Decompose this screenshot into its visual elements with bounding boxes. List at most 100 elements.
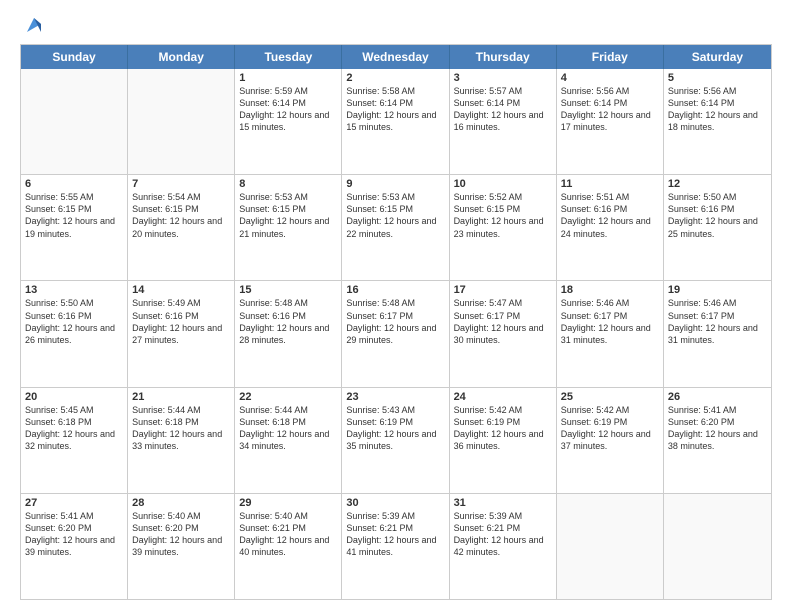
day-number: 31: [454, 497, 552, 509]
day-info: Sunrise: 5:48 AM Sunset: 6:16 PM Dayligh…: [239, 297, 337, 346]
day-info: Sunrise: 5:50 AM Sunset: 6:16 PM Dayligh…: [668, 191, 767, 240]
day-number: 19: [668, 284, 767, 296]
calendar-row-0: 1Sunrise: 5:59 AM Sunset: 6:14 PM Daylig…: [21, 69, 771, 174]
cal-cell-empty: [21, 69, 128, 174]
day-number: 27: [25, 497, 123, 509]
cal-cell-day-7: 7Sunrise: 5:54 AM Sunset: 6:15 PM Daylig…: [128, 175, 235, 280]
header-day-friday: Friday: [557, 45, 664, 69]
day-info: Sunrise: 5:46 AM Sunset: 6:17 PM Dayligh…: [668, 297, 767, 346]
cal-cell-day-9: 9Sunrise: 5:53 AM Sunset: 6:15 PM Daylig…: [342, 175, 449, 280]
cal-cell-day-18: 18Sunrise: 5:46 AM Sunset: 6:17 PM Dayli…: [557, 281, 664, 386]
header-day-monday: Monday: [128, 45, 235, 69]
page: SundayMondayTuesdayWednesdayThursdayFrid…: [0, 0, 792, 612]
day-number: 10: [454, 178, 552, 190]
day-number: 8: [239, 178, 337, 190]
day-info: Sunrise: 5:39 AM Sunset: 6:21 PM Dayligh…: [454, 510, 552, 559]
header-day-sunday: Sunday: [21, 45, 128, 69]
day-info: Sunrise: 5:51 AM Sunset: 6:16 PM Dayligh…: [561, 191, 659, 240]
cal-cell-day-25: 25Sunrise: 5:42 AM Sunset: 6:19 PM Dayli…: [557, 388, 664, 493]
day-info: Sunrise: 5:57 AM Sunset: 6:14 PM Dayligh…: [454, 85, 552, 134]
cal-cell-day-30: 30Sunrise: 5:39 AM Sunset: 6:21 PM Dayli…: [342, 494, 449, 599]
calendar-header: SundayMondayTuesdayWednesdayThursdayFrid…: [21, 45, 771, 69]
cal-cell-day-2: 2Sunrise: 5:58 AM Sunset: 6:14 PM Daylig…: [342, 69, 449, 174]
day-info: Sunrise: 5:58 AM Sunset: 6:14 PM Dayligh…: [346, 85, 444, 134]
day-number: 28: [132, 497, 230, 509]
day-number: 1: [239, 72, 337, 84]
day-number: 9: [346, 178, 444, 190]
cal-cell-empty: [557, 494, 664, 599]
day-info: Sunrise: 5:45 AM Sunset: 6:18 PM Dayligh…: [25, 404, 123, 453]
day-info: Sunrise: 5:40 AM Sunset: 6:20 PM Dayligh…: [132, 510, 230, 559]
cal-cell-day-12: 12Sunrise: 5:50 AM Sunset: 6:16 PM Dayli…: [664, 175, 771, 280]
cal-cell-empty: [664, 494, 771, 599]
cal-cell-day-29: 29Sunrise: 5:40 AM Sunset: 6:21 PM Dayli…: [235, 494, 342, 599]
day-info: Sunrise: 5:44 AM Sunset: 6:18 PM Dayligh…: [132, 404, 230, 453]
day-number: 23: [346, 391, 444, 403]
day-number: 5: [668, 72, 767, 84]
day-info: Sunrise: 5:54 AM Sunset: 6:15 PM Dayligh…: [132, 191, 230, 240]
cal-cell-day-10: 10Sunrise: 5:52 AM Sunset: 6:15 PM Dayli…: [450, 175, 557, 280]
day-number: 17: [454, 284, 552, 296]
logo-icon: [23, 14, 45, 36]
cal-cell-day-17: 17Sunrise: 5:47 AM Sunset: 6:17 PM Dayli…: [450, 281, 557, 386]
day-info: Sunrise: 5:49 AM Sunset: 6:16 PM Dayligh…: [132, 297, 230, 346]
day-number: 14: [132, 284, 230, 296]
cal-cell-day-31: 31Sunrise: 5:39 AM Sunset: 6:21 PM Dayli…: [450, 494, 557, 599]
day-info: Sunrise: 5:48 AM Sunset: 6:17 PM Dayligh…: [346, 297, 444, 346]
day-number: 29: [239, 497, 337, 509]
day-info: Sunrise: 5:50 AM Sunset: 6:16 PM Dayligh…: [25, 297, 123, 346]
day-info: Sunrise: 5:46 AM Sunset: 6:17 PM Dayligh…: [561, 297, 659, 346]
cal-cell-day-3: 3Sunrise: 5:57 AM Sunset: 6:14 PM Daylig…: [450, 69, 557, 174]
cal-cell-day-4: 4Sunrise: 5:56 AM Sunset: 6:14 PM Daylig…: [557, 69, 664, 174]
cal-cell-day-26: 26Sunrise: 5:41 AM Sunset: 6:20 PM Dayli…: [664, 388, 771, 493]
day-info: Sunrise: 5:47 AM Sunset: 6:17 PM Dayligh…: [454, 297, 552, 346]
day-info: Sunrise: 5:44 AM Sunset: 6:18 PM Dayligh…: [239, 404, 337, 453]
day-info: Sunrise: 5:41 AM Sunset: 6:20 PM Dayligh…: [668, 404, 767, 453]
cal-cell-day-16: 16Sunrise: 5:48 AM Sunset: 6:17 PM Dayli…: [342, 281, 449, 386]
day-number: 21: [132, 391, 230, 403]
cal-cell-day-5: 5Sunrise: 5:56 AM Sunset: 6:14 PM Daylig…: [664, 69, 771, 174]
day-info: Sunrise: 5:40 AM Sunset: 6:21 PM Dayligh…: [239, 510, 337, 559]
calendar-row-1: 6Sunrise: 5:55 AM Sunset: 6:15 PM Daylig…: [21, 174, 771, 280]
day-info: Sunrise: 5:53 AM Sunset: 6:15 PM Dayligh…: [239, 191, 337, 240]
header-day-wednesday: Wednesday: [342, 45, 449, 69]
day-number: 7: [132, 178, 230, 190]
cal-cell-empty: [128, 69, 235, 174]
day-number: 3: [454, 72, 552, 84]
day-number: 25: [561, 391, 659, 403]
day-number: 4: [561, 72, 659, 84]
calendar-row-3: 20Sunrise: 5:45 AM Sunset: 6:18 PM Dayli…: [21, 387, 771, 493]
day-number: 13: [25, 284, 123, 296]
calendar-row-4: 27Sunrise: 5:41 AM Sunset: 6:20 PM Dayli…: [21, 493, 771, 599]
day-info: Sunrise: 5:39 AM Sunset: 6:21 PM Dayligh…: [346, 510, 444, 559]
day-number: 22: [239, 391, 337, 403]
calendar-row-2: 13Sunrise: 5:50 AM Sunset: 6:16 PM Dayli…: [21, 280, 771, 386]
day-number: 2: [346, 72, 444, 84]
day-info: Sunrise: 5:52 AM Sunset: 6:15 PM Dayligh…: [454, 191, 552, 240]
cal-cell-day-6: 6Sunrise: 5:55 AM Sunset: 6:15 PM Daylig…: [21, 175, 128, 280]
header: [20, 16, 772, 34]
header-day-tuesday: Tuesday: [235, 45, 342, 69]
day-info: Sunrise: 5:42 AM Sunset: 6:19 PM Dayligh…: [454, 404, 552, 453]
day-info: Sunrise: 5:55 AM Sunset: 6:15 PM Dayligh…: [25, 191, 123, 240]
day-number: 12: [668, 178, 767, 190]
cal-cell-day-11: 11Sunrise: 5:51 AM Sunset: 6:16 PM Dayli…: [557, 175, 664, 280]
cal-cell-day-1: 1Sunrise: 5:59 AM Sunset: 6:14 PM Daylig…: [235, 69, 342, 174]
header-day-thursday: Thursday: [450, 45, 557, 69]
day-number: 11: [561, 178, 659, 190]
cal-cell-day-8: 8Sunrise: 5:53 AM Sunset: 6:15 PM Daylig…: [235, 175, 342, 280]
header-day-saturday: Saturday: [664, 45, 771, 69]
day-number: 16: [346, 284, 444, 296]
calendar: SundayMondayTuesdayWednesdayThursdayFrid…: [20, 44, 772, 600]
cal-cell-day-19: 19Sunrise: 5:46 AM Sunset: 6:17 PM Dayli…: [664, 281, 771, 386]
day-number: 6: [25, 178, 123, 190]
day-number: 15: [239, 284, 337, 296]
calendar-body: 1Sunrise: 5:59 AM Sunset: 6:14 PM Daylig…: [21, 69, 771, 599]
day-info: Sunrise: 5:59 AM Sunset: 6:14 PM Dayligh…: [239, 85, 337, 134]
day-info: Sunrise: 5:53 AM Sunset: 6:15 PM Dayligh…: [346, 191, 444, 240]
day-number: 20: [25, 391, 123, 403]
cal-cell-day-20: 20Sunrise: 5:45 AM Sunset: 6:18 PM Dayli…: [21, 388, 128, 493]
cal-cell-day-22: 22Sunrise: 5:44 AM Sunset: 6:18 PM Dayli…: [235, 388, 342, 493]
cal-cell-day-23: 23Sunrise: 5:43 AM Sunset: 6:19 PM Dayli…: [342, 388, 449, 493]
day-number: 18: [561, 284, 659, 296]
